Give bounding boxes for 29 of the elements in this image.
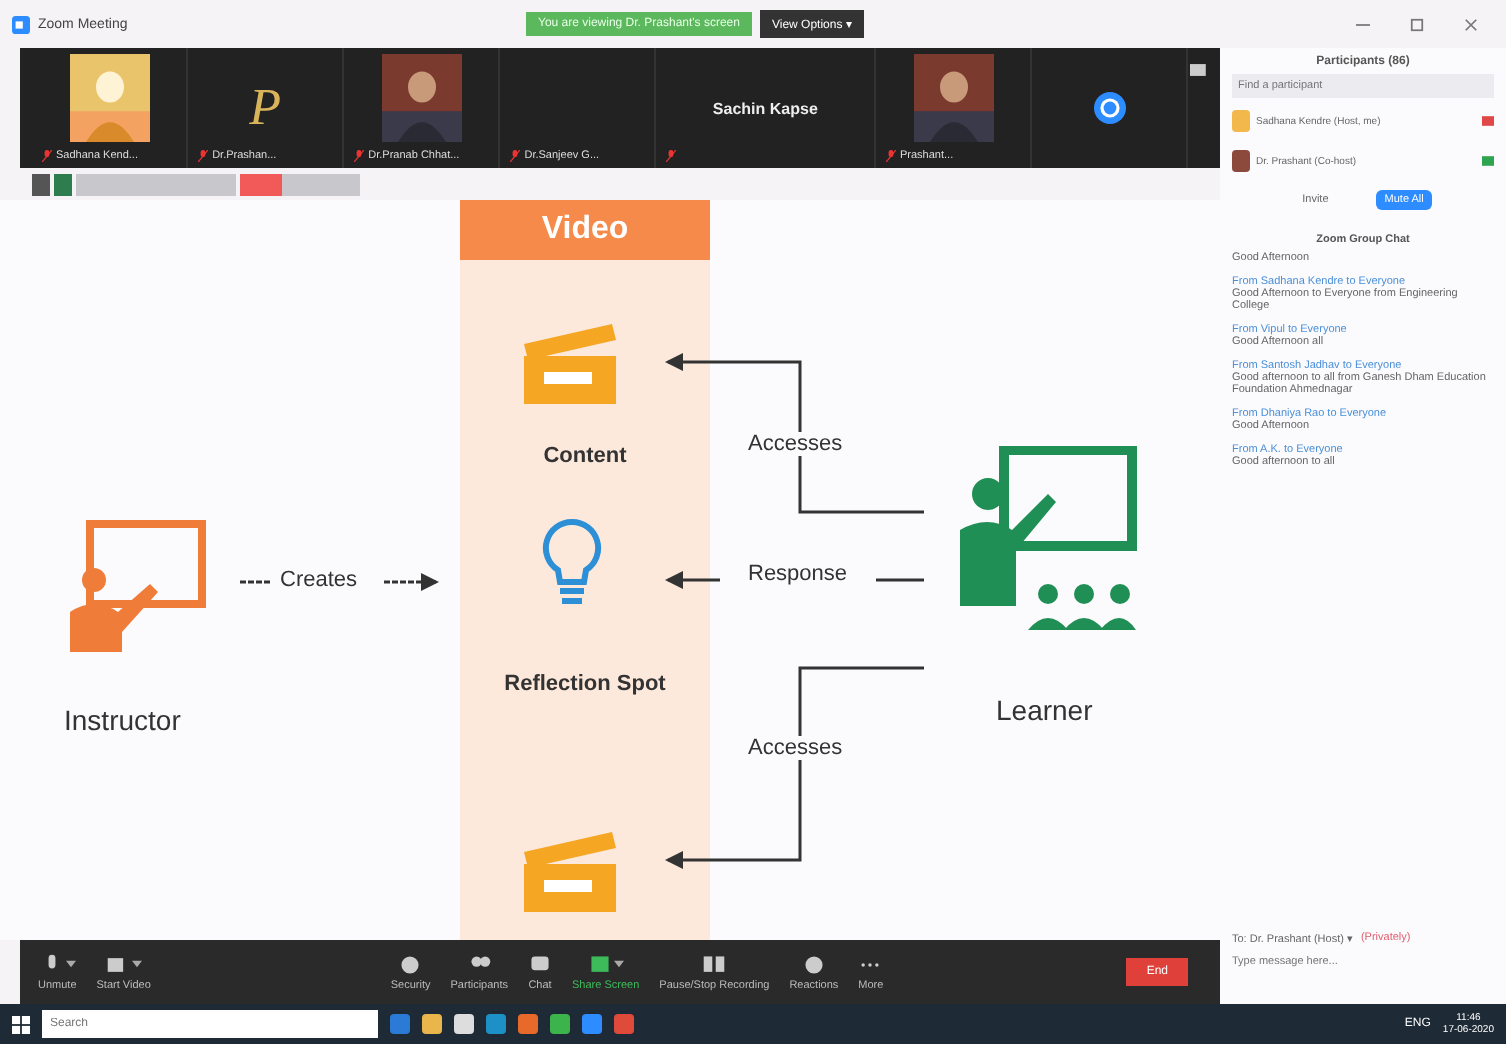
muted-mic-icon (198, 150, 209, 162)
windows-icon[interactable] (12, 1015, 30, 1033)
arrow-label: Accesses (744, 432, 847, 456)
gallery-icon[interactable] (1188, 60, 1209, 80)
arrow-label: Accesses (744, 736, 847, 760)
caret-icon[interactable] (613, 960, 624, 968)
muted-mic-icon (886, 150, 896, 162)
slide-label: Content (541, 444, 629, 468)
slide-label: Learner (996, 694, 1093, 726)
avatar-icon (1093, 92, 1126, 124)
muted-mic-icon (42, 150, 52, 162)
participant-name: Sachin Kapse (712, 99, 818, 117)
muted-mic-icon (354, 150, 365, 162)
zoom-logo-icon (12, 15, 30, 33)
share-icon (587, 953, 612, 975)
chat-icon (528, 953, 553, 975)
slide-label: Reflection Spot (502, 672, 668, 696)
caret-icon[interactable] (131, 960, 142, 968)
slide-header: Video (460, 200, 710, 260)
close-icon[interactable] (1464, 17, 1478, 31)
caret-icon[interactable] (65, 960, 76, 968)
stop-share-bar[interactable] (240, 173, 360, 195)
logo: P (249, 78, 282, 138)
slide-label: Instructor (64, 704, 181, 736)
arrow-label: Response (744, 562, 852, 586)
restore-icon[interactable] (1410, 17, 1424, 31)
muted-mic-icon (666, 150, 677, 162)
arrow-label: Creates (280, 568, 358, 592)
muted-mic-icon (510, 150, 521, 162)
